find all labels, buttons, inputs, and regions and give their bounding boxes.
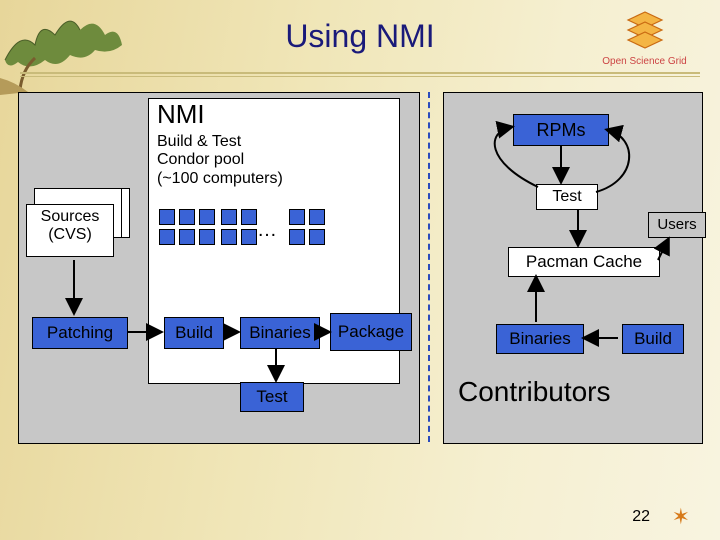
condor-line3: (~100 computers) bbox=[157, 170, 283, 188]
compute-cluster-icon bbox=[287, 207, 327, 247]
ellipsis: … bbox=[257, 219, 277, 242]
title-rule-thin bbox=[20, 76, 700, 77]
binaries-right-box: Binaries bbox=[496, 324, 584, 354]
condor-pool-text: Build & Test Condor pool (~100 computers… bbox=[157, 133, 283, 188]
page-number: 22 bbox=[632, 508, 650, 526]
source-card-front: Sources (CVS) bbox=[26, 204, 114, 257]
condor-line1: Build & Test bbox=[157, 133, 283, 151]
slide: Open Science Grid Using NMI NMI Build & … bbox=[0, 0, 720, 540]
diagram-stage: NMI Build & Test Condor pool (~100 compu… bbox=[18, 92, 702, 482]
nmi-heading: NMI bbox=[157, 99, 205, 130]
sources-stack: Sources (CVS) bbox=[26, 188, 130, 258]
users-box: Users bbox=[648, 212, 706, 238]
title-rule bbox=[20, 72, 700, 74]
package-box: Package bbox=[330, 313, 412, 351]
contributors-label: Contributors bbox=[458, 376, 611, 408]
sources-line2: (CVS) bbox=[27, 226, 113, 244]
sources-line1: Sources bbox=[27, 208, 113, 226]
rpms-box: RPMs bbox=[513, 114, 609, 146]
compute-cluster-icon bbox=[157, 207, 217, 247]
slide-title: Using NMI bbox=[0, 18, 720, 55]
test-box: Test bbox=[240, 382, 304, 412]
vertical-divider bbox=[428, 92, 430, 442]
build-box: Build bbox=[164, 317, 224, 349]
condor-line2: Condor pool bbox=[157, 151, 283, 169]
compute-cluster-icon bbox=[219, 207, 259, 247]
corner-accent-icon: ✶ bbox=[672, 504, 690, 530]
test-right-box: Test bbox=[536, 184, 598, 210]
build-right-box: Build bbox=[622, 324, 684, 354]
patching-box: Patching bbox=[32, 317, 128, 349]
logo-text: Open Science Grid bbox=[587, 57, 702, 68]
binaries-box: Binaries bbox=[240, 317, 320, 349]
pacman-cache-box: Pacman Cache bbox=[508, 247, 660, 277]
